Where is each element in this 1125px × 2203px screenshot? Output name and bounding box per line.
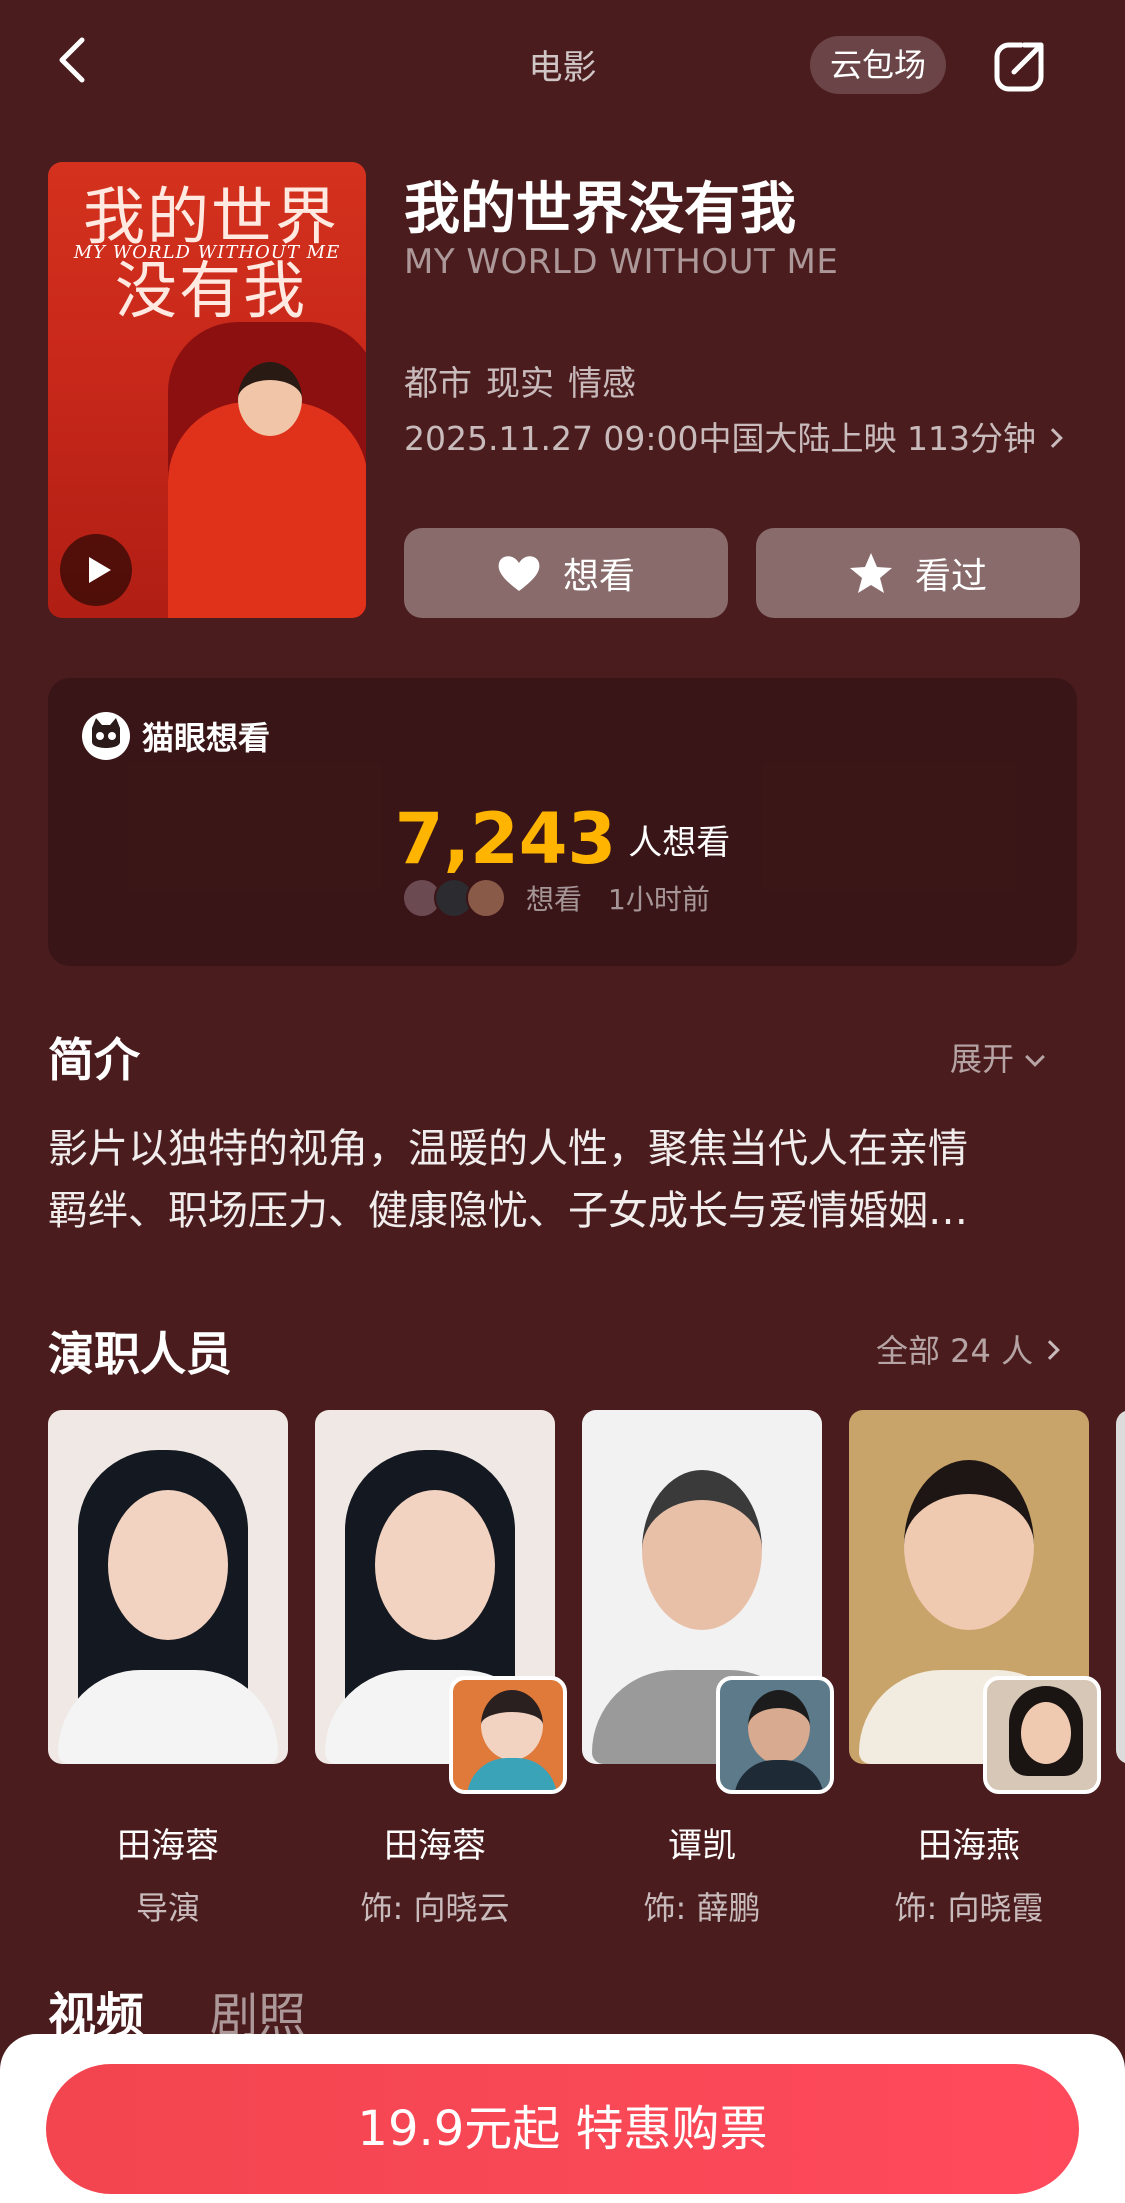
- intro-text[interactable]: 影片以独特的视角，温暖的人性，聚焦当代人在亲情 羁绊、职场压力、健康隐忧、子女成…: [48, 1118, 1088, 1242]
- expand-button[interactable]: 展开: [950, 1034, 1045, 1080]
- genre-tag: 现实: [486, 364, 554, 404]
- recent-want-row: 想看 1小时前: [402, 878, 710, 918]
- cast-photo: [48, 1410, 288, 1764]
- genre-tag: 都市: [404, 364, 472, 404]
- want-count: 7,243: [394, 798, 617, 880]
- recent-time: 1小时前: [608, 883, 710, 916]
- cast-name: 谭凯: [668, 1826, 736, 1866]
- want-to-watch-button[interactable]: 想看: [404, 528, 728, 618]
- cast-card[interactable]: [1116, 1410, 1125, 1764]
- page-title: 电影: [528, 48, 597, 88]
- movie-poster[interactable]: 我的世界 没有我 MY WORLD WITHOUT ME: [48, 162, 366, 618]
- cast-name: 田海蓉: [384, 1826, 486, 1866]
- cast-role: 饰: 薛鹏: [643, 1889, 761, 1927]
- want-count-label: 人想看: [628, 822, 731, 863]
- play-trailer-icon[interactable]: [60, 534, 132, 606]
- intro-title: 简介: [48, 1033, 140, 1087]
- intro-line: 影片以独特的视角，温暖的人性，聚焦当代人在亲情: [48, 1126, 968, 1172]
- star-icon: [849, 553, 892, 593]
- cast-role: 饰: 向晓霞: [894, 1889, 1044, 1927]
- all-cast-link[interactable]: 全部 24 人: [876, 1326, 1060, 1372]
- movie-title-en: MY WORLD WITHOUT ME: [404, 242, 839, 282]
- recent-action: 想看: [526, 883, 583, 916]
- heart-icon: [498, 556, 540, 591]
- cast-card[interactable]: 田海燕 饰: 向晓霞: [849, 1410, 1101, 1929]
- watched-button[interactable]: 看过: [756, 528, 1080, 618]
- poster-title-en: MY WORLD WITHOUT ME: [73, 242, 341, 263]
- buy-ticket-button[interactable]: 19.9元起 特惠购票: [46, 2064, 1079, 2194]
- cat-logo-icon: [82, 712, 130, 760]
- cast-role: 饰: 向晓云: [360, 1889, 510, 1927]
- card-brand-label: 猫眼想看: [142, 719, 271, 757]
- cast-photo: [315, 1410, 567, 1794]
- chevron-right-icon: [1043, 427, 1063, 448]
- avatar: [466, 878, 506, 918]
- poster-face: [238, 362, 302, 436]
- role-avatar: [983, 1676, 1101, 1794]
- share-icon[interactable]: [992, 36, 1050, 94]
- genre-tags: 都市 现实 情感: [404, 356, 650, 405]
- release-text: 2025.11.27 09:00中国大陆上映 113分钟: [404, 419, 1037, 458]
- cast-card[interactable]: 谭凯 饰: 薛鹏: [582, 1410, 834, 1929]
- intro-line: 羁绊、职场压力、健康隐忧、子女成长与爱情婚姻…: [48, 1188, 968, 1234]
- want-count-row: 7,243 人想看: [48, 798, 1077, 880]
- cast-role: 导演: [135, 1889, 200, 1927]
- seen-label: 看过: [914, 556, 987, 597]
- cast-card[interactable]: 田海蓉 导演: [48, 1410, 288, 1929]
- cloud-booking-button[interactable]: 云包场: [810, 36, 946, 94]
- movie-title: 我的世界没有我: [404, 177, 796, 242]
- want-count-card: 猫眼想看 7,243 人想看 想看 1小时前: [48, 678, 1077, 966]
- cast-photo: [582, 1410, 834, 1794]
- want-label: 想看: [562, 556, 635, 597]
- cast-photo: [1116, 1410, 1125, 1764]
- release-info[interactable]: 2025.11.27 09:00中国大陆上映 113分钟: [404, 412, 1063, 460]
- cast-list[interactable]: 田海蓉 导演 田海蓉 饰: 向晓云 谭凯 饰: 薛鹏 田海燕 饰: 向晓霞: [48, 1410, 1125, 1930]
- role-avatar: [716, 1676, 834, 1794]
- chevron-right-icon: [1040, 1340, 1060, 1360]
- all-cast-label: 全部 24 人: [876, 1332, 1034, 1370]
- cast-card[interactable]: 田海蓉 饰: 向晓云: [315, 1410, 567, 1929]
- cast-title: 演职人员: [48, 1327, 232, 1381]
- role-avatar: [449, 1676, 567, 1794]
- genre-tag: 情感: [568, 364, 636, 404]
- expand-label: 展开: [950, 1040, 1015, 1078]
- chevron-down-icon: [1025, 1047, 1045, 1067]
- cast-name: 田海蓉: [117, 1826, 219, 1866]
- card-brand: 猫眼想看: [82, 712, 270, 760]
- cast-photo: [849, 1410, 1101, 1794]
- cast-name: 田海燕: [918, 1826, 1020, 1866]
